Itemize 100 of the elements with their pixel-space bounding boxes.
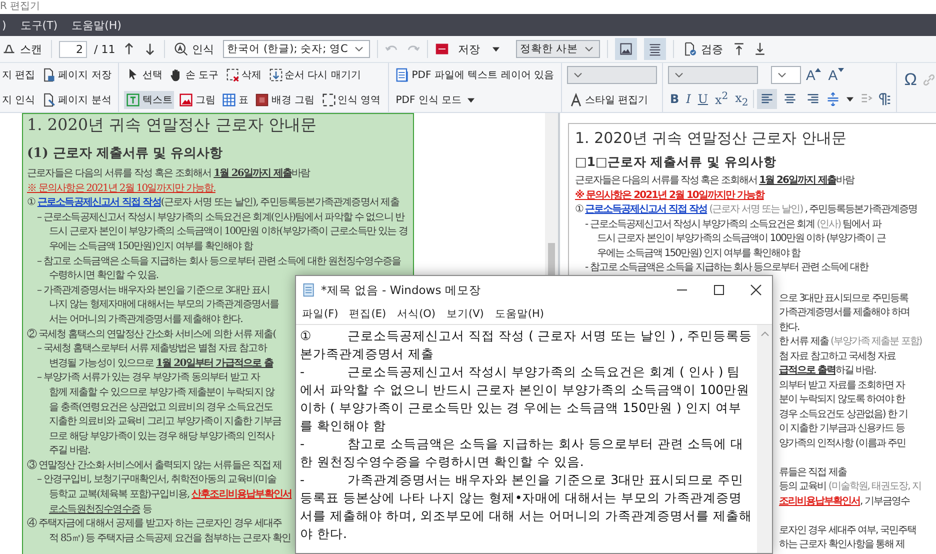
document-line: 조리비용납부확인서, 기부금영수 [779,494,910,508]
area-tool-button[interactable]: 삭제 [224,66,264,84]
text-editor[interactable]: ① 근로소득공제신고서 직접 작성 ( 근로자 서명 또는 날인 ) , 주민등록등본가족관계증명서 제출 - 근로소득공제신고서 작성시 부양가족의 소득요건은 회계 ( 인사 ) 팀에서 파악할 수 없으니 반드시 근로자 본인이 부양가족의 소득금액이 100만원 이하 ( 부양가족이 근로소득만 있는 경 우에는 소득금액 150만원 ) 인지 여부를 확인해야 함 - 참고로 소득금액은 소득을 지급하는 회사 등으로부터 관련 소득에 대한 원천징수영수증을 수령하시면 확인할 수 있음. - 가족관계증명서는 배우자와 본인을 기준으로 3대만 표시되므로 주민등록표 등본상에 나타 나지 않는 형제•자매에 대해서는 부모의 가족관계증명서를 제출해야 하며, 외조부모에 대해 서는 어머니의 가족관계증명서를 제출해야 한다. [296,325,757,553]
image-icon [618,42,633,56]
document-line: 첨 자료 참고하고 국세청 자료 [779,350,896,364]
area-tool-button[interactable]: 순서 다시 매기기 [266,66,363,84]
paragraph-marks-icon[interactable] [877,92,892,106]
scrollbar[interactable] [757,325,772,553]
notepad-title: *제목 없음 - Windows 메모장 [321,282,481,298]
document-line: ② 국세청 홈택스의 연말정산 간소화 서비스에 의한 서류 제출( [27,328,276,342]
scan-button[interactable]: 스캔 [0,40,44,58]
document-line: - 참고로 소득금액은 소득을 지급하는 회사 등으로부터 관련 소득에 대한 [584,261,868,275]
recognize-button[interactable]: 인식 [172,40,216,58]
style-icon [568,92,583,107]
text-view-button[interactable] [644,38,666,60]
menu-item[interactable]: 도움말(H) [494,307,544,321]
document-line: 우에는 소득금액 150만원) 인지 여부를 확인해야 함 [596,246,800,260]
page-save-icon [42,68,56,82]
language-dropdown[interactable]: 한국어 (한글); 숫자; 영C [223,40,370,58]
document-line: – 안경구입비, 보청기구매확인서, 취학전아동의 교육비(미술 [36,473,276,488]
magnifier-icon [174,42,188,56]
area-tool-button[interactable]: 인식 영역 [320,90,383,109]
underline-button[interactable]: U [696,92,710,106]
page-tool-button[interactable]: 지 인식 [0,90,38,109]
page-total: / 11 [94,42,116,56]
document-line: ※ 문의사항은 2021년 2월 10일까지만 가능함. [27,182,216,196]
document-line: 등학교 교복(체육복 포함)구입비용, 산후조리비용납부확인서 [48,488,292,502]
superscript-button[interactable]: x$^{2}$ [712,91,730,108]
document-line: 근로자들은 다음의 서류를 작성 혹은 조회해서 1월 26일까지 제출바람 [575,174,854,188]
document-line: 서는 어머니의 가족관계증명서를 제출해야 한다. [48,312,242,327]
image-view-button[interactable] [614,38,637,60]
document-check-icon [682,42,697,56]
document-line: 우에는 소득금액 150만원)인지 여부를 확인해야 함 [48,240,253,254]
area-tool-button[interactable]: 배경 그림 [253,90,317,109]
document-line: 류들은 직접 제출 [779,466,846,480]
document-line: ④ 주택자금에 대해서 공제를 받고자 하는 근로자인 경우 세대주 [27,517,282,532]
document-line: – 국세청 홈택스로부터 서류 제출방법은 별첨 자료 참고하 [36,342,266,356]
document-line: 주길 바람. [48,444,90,458]
menu-item[interactable]: 편집(E) [349,307,386,321]
document-line: 분이 누락되지 않도록 하여야 한 [779,393,905,407]
document-line: 지출한 의료비와 교육비 그리고 부양가족이 지출한 기부금 [48,415,282,430]
text-area-icon [126,92,140,107]
shrink-font-button[interactable]: A [826,66,846,83]
area-tool-button[interactable]: 선택 [124,66,164,84]
page-analyze-icon [42,92,56,107]
document-line: 이 지출한 기부금과 신용카드 등 [779,422,905,436]
bold-button[interactable]: B [668,92,682,106]
align-button[interactable] [757,89,778,110]
page-tool-button[interactable]: 페이지 분석 [40,90,114,109]
document-line: 드시 근로자 본인이 부양가족의 소득금액이 100만원 이하(부양가족이 근로소득만 있는 경 [48,225,408,240]
document-line: 하는 근로자 확인사항을 통해 제 [779,538,905,552]
grow-font-button[interactable]: A [804,66,824,83]
area-tool-button[interactable]: 텍스트 [124,90,174,109]
area-tool-button[interactable]: 그림 [177,90,218,109]
document-line: 경우 소득요건도 상관없음) 한 기 [779,408,908,422]
page-tool-button[interactable]: 페이지 저장 [40,66,114,84]
page-number-field[interactable]: 2 [59,40,87,58]
style-editor-button[interactable]: 스타일 편집기 [566,90,650,109]
area-tool-button[interactable]: 손 도구 [167,66,221,84]
area-tool-button[interactable]: 표 [220,90,250,109]
menu-item[interactable]: 서식(O) [397,307,436,321]
verify-button[interactable]: 검증 [680,40,725,58]
move-up-icon[interactable] [732,42,746,56]
pdf-text-layer-button[interactable]: PDF 파일에 텍스트 레이어 있음 [394,66,556,84]
save-button[interactable]: 저장 [456,40,482,58]
menu-item[interactable]: 보기(V) [446,307,484,321]
pdf-mode-button[interactable]: PDF 인식 모드 [394,90,480,109]
scanner-icon [2,42,16,56]
document-line: – 근로소득공제신고서 작성시 부양가족의 소득요건은 회계(인사)팀에서 파악할 수 없으니 반 [36,210,404,225]
menu-item[interactable]: 도구(T) [20,18,58,32]
document-line: 양가족의 인적사항 (이름과 주민 [779,436,906,450]
page-tool-button[interactable]: 지 편집 [0,66,38,84]
document-line: 의부터 받고 자료를 조회하면 자 [779,378,905,392]
subscript-button[interactable]: x$_{2}$ [733,90,750,108]
document-subtitle: □1□근로자 제출서류 및 유의사항 [575,153,778,171]
dashed-frame-icon [322,92,336,107]
document-title: 1. 2020년 귀속 연말정산 근로자 안내문 [575,128,848,148]
document-line: 으로 3대만 표시되므로 주민등록 [779,292,908,306]
document-line: 한 서류 제출 (부양가족 제출분 포함) [779,335,922,349]
save-mode-dropdown[interactable]: 정확한 사본 [516,40,600,58]
document-line: – 부양가족 서류가 있는 경우 부양가족 동의부터 받고 자 [36,371,260,386]
document-line: 나지 않는 형제자매에 대해서는 부모의 가족관계증명서를 [48,298,279,312]
line-spacing-icon[interactable] [826,92,840,106]
document-line: 변경될 가능성이 있으므로 1월 20일부터 가급적으로 출 [48,356,273,371]
move-down-icon[interactable] [752,42,767,56]
menu-item[interactable]: 파일(F) [302,307,338,321]
document-title: 1. 2020년 귀속 연말정산 근로자 안내문 [27,114,318,136]
document-line: 드시 근로자 본인이 부양가족의 소득금액이 100만원 이하 (부양가족이 근 [596,232,886,246]
document-line: ① 근로소득공제신고서 직접 작성 (근로자 서명 또는 날인) , 주민등록등본가족관계증명 [575,203,918,217]
menu-item[interactable]: 도움말(H) [72,18,122,32]
special-character-button[interactable]: Ω [902,70,920,90]
document-line: ③ 연말정산 간소화 서비스에서 출력되지 않는 서류들은 직접 제 [27,458,282,473]
notepad-icon [302,283,316,297]
document-line: 로자인 경우 세대주 여부, 국민주택 [779,524,916,538]
italic-button[interactable]: I [684,92,693,106]
document-line: – 가족관계증명서는 배우자와 본인을 기준으로 3대만 표시 [36,284,270,298]
document-line: 함께 제출할 수 있으므로 부양가족 제출분이 누락되지 않 [48,386,274,400]
document-line: 로소득원천징수영수증 등 [48,502,152,517]
delete-area-icon [226,68,240,82]
menu-item[interactable]: ) [2,18,6,32]
